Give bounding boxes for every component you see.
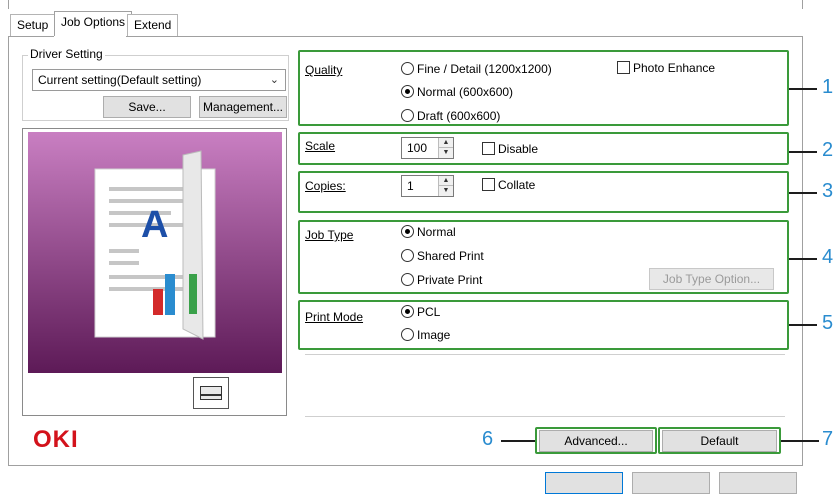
caret-down-icon[interactable]: ▼ — [439, 186, 453, 196]
job-type-option-shared[interactable]: Shared Print — [401, 249, 484, 263]
cancel-button[interactable] — [632, 472, 710, 494]
driver-setting-title: Driver Setting — [28, 47, 105, 61]
callout-number-3: 3 — [822, 180, 834, 202]
quality-option-fine-label: Fine / Detail (1200x1200) — [417, 62, 552, 76]
collate-label: Collate — [498, 178, 536, 192]
callout-line-7 — [781, 440, 819, 442]
quality-option-draft[interactable]: Draft (600x600) — [401, 109, 500, 123]
tab-job-options[interactable]: Job Options — [54, 11, 133, 36]
callout-number-6: 6 — [482, 428, 494, 450]
print-mode-label: Print Mode — [305, 310, 364, 324]
print-mode-option-pcl[interactable]: PCL — [401, 305, 440, 319]
callout-number-5: 5 — [822, 312, 834, 334]
photo-enhance-checkbox[interactable]: Photo Enhance — [617, 61, 715, 75]
quality-option-normal[interactable]: Normal (600x600) — [401, 85, 513, 99]
save-button[interactable]: Save... — [103, 96, 191, 118]
stepper-arrows[interactable]: ▲ ▼ — [438, 176, 453, 196]
printer-icon — [193, 377, 229, 409]
callout-number-7: 7 — [822, 428, 834, 450]
tab-extend[interactable]: Extend — [127, 14, 179, 36]
scale-value: 100 — [407, 141, 428, 155]
radio-icon — [401, 273, 414, 286]
photo-enhance-label: Photo Enhance — [633, 61, 716, 75]
callout-number-1: 1 — [822, 76, 834, 98]
callout-line-2 — [789, 151, 817, 153]
radio-icon — [401, 249, 414, 262]
job-type-option-button[interactable]: Job Type Option... — [649, 268, 774, 290]
advanced-button[interactable]: Advanced... — [539, 430, 653, 452]
default-button[interactable]: Default — [662, 430, 777, 452]
radio-selected-icon — [401, 225, 414, 238]
divider — [305, 354, 785, 355]
copies-label: Copies: — [305, 179, 346, 193]
radio-selected-icon — [401, 305, 414, 318]
help-button[interactable] — [719, 472, 797, 494]
window-top-border — [8, 0, 803, 9]
caret-down-icon[interactable]: ▼ — [439, 148, 453, 158]
tab-setup[interactable]: Setup — [10, 14, 56, 36]
quality-label: Quality — [305, 63, 343, 77]
job-type-option-private[interactable]: Private Print — [401, 273, 482, 287]
copies-stepper[interactable]: 1 ▲ ▼ — [401, 175, 454, 197]
callout-line-1 — [789, 88, 817, 90]
ok-button[interactable] — [545, 472, 623, 494]
divider — [305, 416, 785, 417]
print-mode-option-pcl-label: PCL — [417, 305, 441, 319]
callout-number-4: 4 — [822, 246, 834, 268]
quality-option-fine[interactable]: Fine / Detail (1200x1200) — [401, 62, 552, 76]
checkbox-icon — [617, 61, 630, 74]
caret-up-icon[interactable]: ▲ — [439, 138, 453, 148]
preview-image: A — [28, 132, 282, 373]
callout-line-6 — [501, 440, 535, 442]
caret-up-icon[interactable]: ▲ — [439, 176, 453, 186]
job-type-label: Job Type — [305, 228, 354, 242]
radio-icon — [401, 62, 414, 75]
quality-option-draft-label: Draft (600x600) — [417, 109, 501, 123]
preview-frame: A — [22, 128, 287, 416]
callout-line-4 — [789, 258, 817, 260]
chevron-down-icon: ⌄ — [269, 74, 279, 86]
checkbox-icon — [482, 178, 495, 191]
scale-stepper[interactable]: 100 ▲ ▼ — [401, 137, 454, 159]
print-mode-option-image[interactable]: Image — [401, 328, 450, 342]
copies-section — [298, 171, 789, 213]
stepper-arrows[interactable]: ▲ ▼ — [438, 138, 453, 158]
print-mode-option-image-label: Image — [417, 328, 451, 342]
job-type-option-shared-label: Shared Print — [417, 249, 484, 263]
driver-setting-select[interactable]: Current setting(Default setting) ⌄ — [32, 69, 286, 91]
radio-icon — [401, 328, 414, 341]
job-type-option-normal[interactable]: Normal — [401, 225, 456, 239]
job-type-option-private-label: Private Print — [417, 273, 483, 287]
driver-setting-title-text: Driver Setting — [30, 47, 103, 61]
oki-logo: OKI — [33, 426, 79, 453]
driver-setting-selected-value: Current setting(Default setting) — [38, 73, 202, 87]
quality-option-normal-label: Normal (600x600) — [417, 85, 514, 99]
checkbox-icon — [482, 142, 495, 155]
scale-section — [298, 132, 789, 165]
job-type-option-normal-label: Normal — [417, 225, 456, 239]
print-mode-section — [298, 300, 789, 350]
callout-line-3 — [789, 192, 817, 194]
tab-divider — [8, 36, 54, 37]
callout-line-5 — [789, 324, 817, 326]
collate-checkbox[interactable]: Collate — [482, 178, 535, 192]
management-button[interactable]: Management... — [199, 96, 287, 118]
tab-divider — [126, 36, 802, 37]
radio-selected-icon — [401, 85, 414, 98]
scale-label: Scale — [305, 139, 336, 153]
svg-text:A: A — [141, 204, 168, 246]
callout-number-2: 2 — [822, 139, 834, 161]
copies-value: 1 — [407, 179, 414, 193]
scale-disable-label: Disable — [498, 142, 539, 156]
scale-disable-checkbox[interactable]: Disable — [482, 142, 538, 156]
radio-icon — [401, 109, 414, 122]
